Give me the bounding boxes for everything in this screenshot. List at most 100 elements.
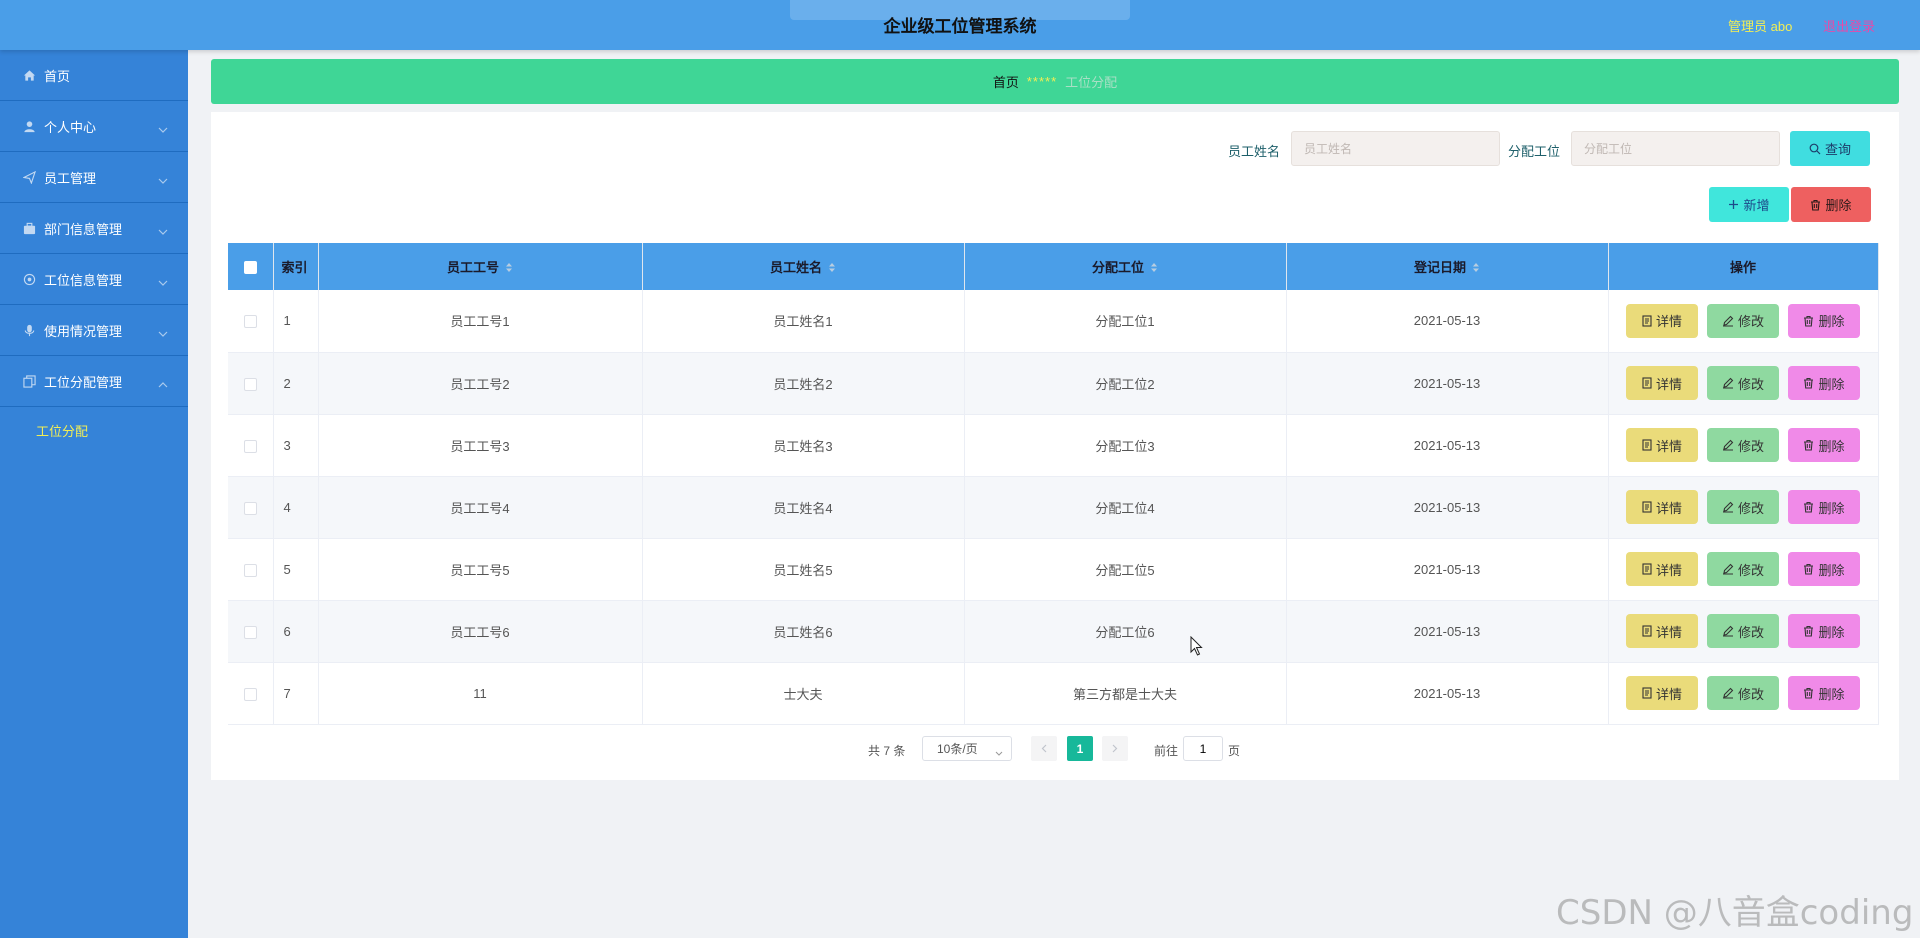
search-icon <box>1809 143 1821 154</box>
delete-button[interactable]: 删除 <box>1788 490 1860 524</box>
edit-button[interactable]: 修改 <box>1707 614 1779 648</box>
batch-delete-button[interactable]: 删除 <box>1791 187 1871 222</box>
delete-button[interactable]: 删除 <box>1788 676 1860 710</box>
row-select-cell[interactable] <box>228 290 274 353</box>
search-button[interactable]: 查询 <box>1790 131 1870 166</box>
sort-icon[interactable] <box>505 261 513 276</box>
row-select-cell[interactable] <box>228 662 274 725</box>
row-checkbox[interactable] <box>243 625 257 639</box>
cell-station: 第三方都是士大夫 <box>964 662 1287 725</box>
edit-icon <box>1722 501 1734 513</box>
cell-ops: 详情 修改 删除 <box>1608 662 1879 725</box>
trash-icon <box>1804 377 1814 389</box>
sidebar-item-usage[interactable]: 使用情况管理 <box>0 305 188 356</box>
chevron-down-icon <box>158 121 168 136</box>
settings-icon <box>20 273 38 286</box>
detail-button[interactable]: 详情 <box>1626 614 1698 648</box>
cell-station: 分配工位6 <box>964 600 1287 663</box>
sidebar-subitem-assignment[interactable]: 工位分配 <box>0 407 188 453</box>
delete-button[interactable]: 删除 <box>1788 303 1860 338</box>
edit-button[interactable]: 修改 <box>1707 552 1779 586</box>
select-all-cell[interactable] <box>228 243 274 290</box>
prev-page-button[interactable] <box>1031 736 1057 761</box>
header-label: 分配工位 <box>1091 259 1144 275</box>
edit-icon <box>1722 625 1734 637</box>
delete-label: 删除 <box>1818 376 1845 392</box>
next-page-button[interactable] <box>1102 736 1128 761</box>
sort-icon[interactable] <box>1472 261 1480 276</box>
row-checkbox[interactable] <box>243 315 257 329</box>
sort-icon[interactable] <box>1150 261 1158 276</box>
search-name-input[interactable] <box>1291 131 1500 166</box>
pagination: 共 7 条 10条/页 1 前往 页 <box>211 736 1899 762</box>
edit-icon <box>1722 563 1734 575</box>
sidebar-item-profile[interactable]: 个人中心 <box>0 101 188 152</box>
table-row: 5 员工工号5 员工姓名5 分配工位5 2021-05-13 详情 修改 删除 <box>228 538 1879 601</box>
edit-icon <box>1722 439 1734 451</box>
detail-button[interactable]: 详情 <box>1626 366 1698 400</box>
document-icon <box>1642 501 1652 513</box>
page-number-current[interactable]: 1 <box>1067 736 1093 761</box>
delete-button[interactable]: 删除 <box>1788 614 1860 648</box>
detail-button[interactable]: 详情 <box>1626 303 1698 338</box>
sort-icon[interactable] <box>828 261 836 276</box>
cell-ops: 详情 修改 删除 <box>1608 290 1879 353</box>
sidebar-item-label: 工位信息管理 <box>44 272 123 288</box>
cell-station: 分配工位3 <box>964 414 1287 477</box>
delete-button[interactable]: 删除 <box>1788 552 1860 586</box>
edit-button[interactable]: 修改 <box>1707 676 1779 710</box>
detail-button[interactable]: 详情 <box>1626 676 1698 710</box>
edit-label: 修改 <box>1737 314 1764 330</box>
row-select-cell[interactable] <box>228 414 274 477</box>
search-station-input[interactable] <box>1571 131 1780 166</box>
delete-label: 删除 <box>1818 314 1845 330</box>
row-select-cell[interactable] <box>228 538 274 601</box>
edit-label: 修改 <box>1737 686 1764 702</box>
row-checkbox[interactable] <box>243 377 257 391</box>
cell-index: 5 <box>273 538 319 601</box>
row-select-cell[interactable] <box>228 476 274 539</box>
header-date[interactable]: 登记日期 <box>1286 243 1609 290</box>
logout-link[interactable]: 退出登录 <box>1823 16 1875 35</box>
detail-label: 详情 <box>1655 500 1682 516</box>
cell-emp-no: 员工工号4 <box>318 476 643 539</box>
row-checkbox[interactable] <box>243 501 257 515</box>
add-button-label: 新增 <box>1743 198 1770 213</box>
header-station[interactable]: 分配工位 <box>964 243 1287 290</box>
breadcrumb-home[interactable]: 首页 <box>993 72 1019 91</box>
breadcrumb-current: 工位分配 <box>1065 75 1118 90</box>
goto-page-input[interactable] <box>1183 736 1223 761</box>
header-emp-name[interactable]: 员工姓名 <box>642 243 965 290</box>
sidebar-item-employees[interactable]: 员工管理 <box>0 152 188 203</box>
cell-station: 分配工位5 <box>964 538 1287 601</box>
edit-icon <box>1722 377 1734 389</box>
document-icon <box>1642 563 1652 575</box>
row-select-cell[interactable] <box>228 600 274 663</box>
row-checkbox[interactable] <box>243 439 257 453</box>
edit-button[interactable]: 修改 <box>1707 428 1779 462</box>
delete-button[interactable]: 删除 <box>1788 366 1860 400</box>
sidebar-item-stations[interactable]: 工位信息管理 <box>0 254 188 305</box>
sidebar-item-assignment[interactable]: 工位分配管理 <box>0 356 188 407</box>
sidebar-item-home[interactable]: 首页 <box>0 50 188 101</box>
edit-button[interactable]: 修改 <box>1707 366 1779 400</box>
edit-button[interactable]: 修改 <box>1707 490 1779 524</box>
page-size-select[interactable]: 10条/页 <box>922 736 1012 761</box>
edit-icon <box>1722 315 1734 327</box>
detail-button[interactable]: 详情 <box>1626 428 1698 462</box>
detail-button[interactable]: 详情 <box>1626 552 1698 586</box>
select-all-checkbox[interactable] <box>243 261 257 275</box>
detail-label: 详情 <box>1655 624 1682 640</box>
row-checkbox[interactable] <box>243 563 257 577</box>
row-checkbox[interactable] <box>243 687 257 701</box>
chevron-right-icon <box>1112 744 1118 753</box>
delete-label: 删除 <box>1818 562 1845 578</box>
add-button[interactable]: 新增 <box>1709 187 1789 222</box>
sidebar-item-departments[interactable]: 部门信息管理 <box>0 203 188 254</box>
detail-button[interactable]: 详情 <box>1626 490 1698 524</box>
edit-button[interactable]: 修改 <box>1707 303 1779 338</box>
trash-icon <box>1804 625 1814 637</box>
header-emp-no[interactable]: 员工工号 <box>318 243 643 290</box>
delete-button[interactable]: 删除 <box>1788 428 1860 462</box>
row-select-cell[interactable] <box>228 352 274 415</box>
